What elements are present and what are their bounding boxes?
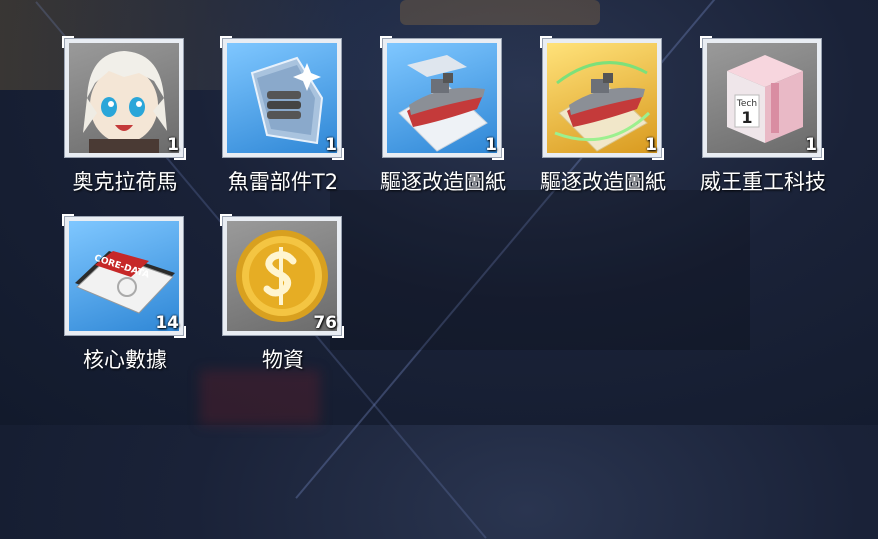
tech-box-icon: Tech 1 <box>707 43 817 153</box>
item-count: 1 <box>645 135 657 155</box>
tech-box-number: 1 <box>741 108 752 127</box>
background-glow <box>400 0 600 25</box>
item-count: 1 <box>167 135 179 155</box>
item-count: 1 <box>485 135 497 155</box>
item-count: 1 <box>805 135 817 155</box>
item-count: 14 <box>155 313 179 333</box>
item-frame: CORE-DATA 14 <box>62 214 186 338</box>
item-frame: 1 <box>540 36 664 160</box>
item-label: 驅逐改造圖紙 <box>540 170 666 194</box>
item-label: 核心數據 <box>83 348 167 372</box>
item-frame: 1 <box>62 36 186 160</box>
item-count: 76 <box>313 313 337 333</box>
item-label: 威王重工科技 <box>700 170 826 194</box>
item-frame: 1 <box>380 36 504 160</box>
item-label: 奥克拉荷馬 <box>72 170 178 194</box>
character-portrait-icon <box>69 43 179 153</box>
item-frame: 76 <box>220 214 344 338</box>
background-panel <box>330 190 750 350</box>
background-accent <box>200 370 320 425</box>
destroyer-blueprint-gold-icon <box>547 43 657 153</box>
torpedo-part-icon <box>227 43 337 153</box>
item-frame: 1 <box>220 36 344 160</box>
item-label: 魚雷部件T2 <box>227 170 339 194</box>
item-label: 驅逐改造圖紙 <box>380 170 506 194</box>
item-frame: Tech 1 1 <box>700 36 824 160</box>
item-label: 物資 <box>262 348 304 372</box>
destroyer-blueprint-icon <box>387 43 497 153</box>
item-count: 1 <box>325 135 337 155</box>
